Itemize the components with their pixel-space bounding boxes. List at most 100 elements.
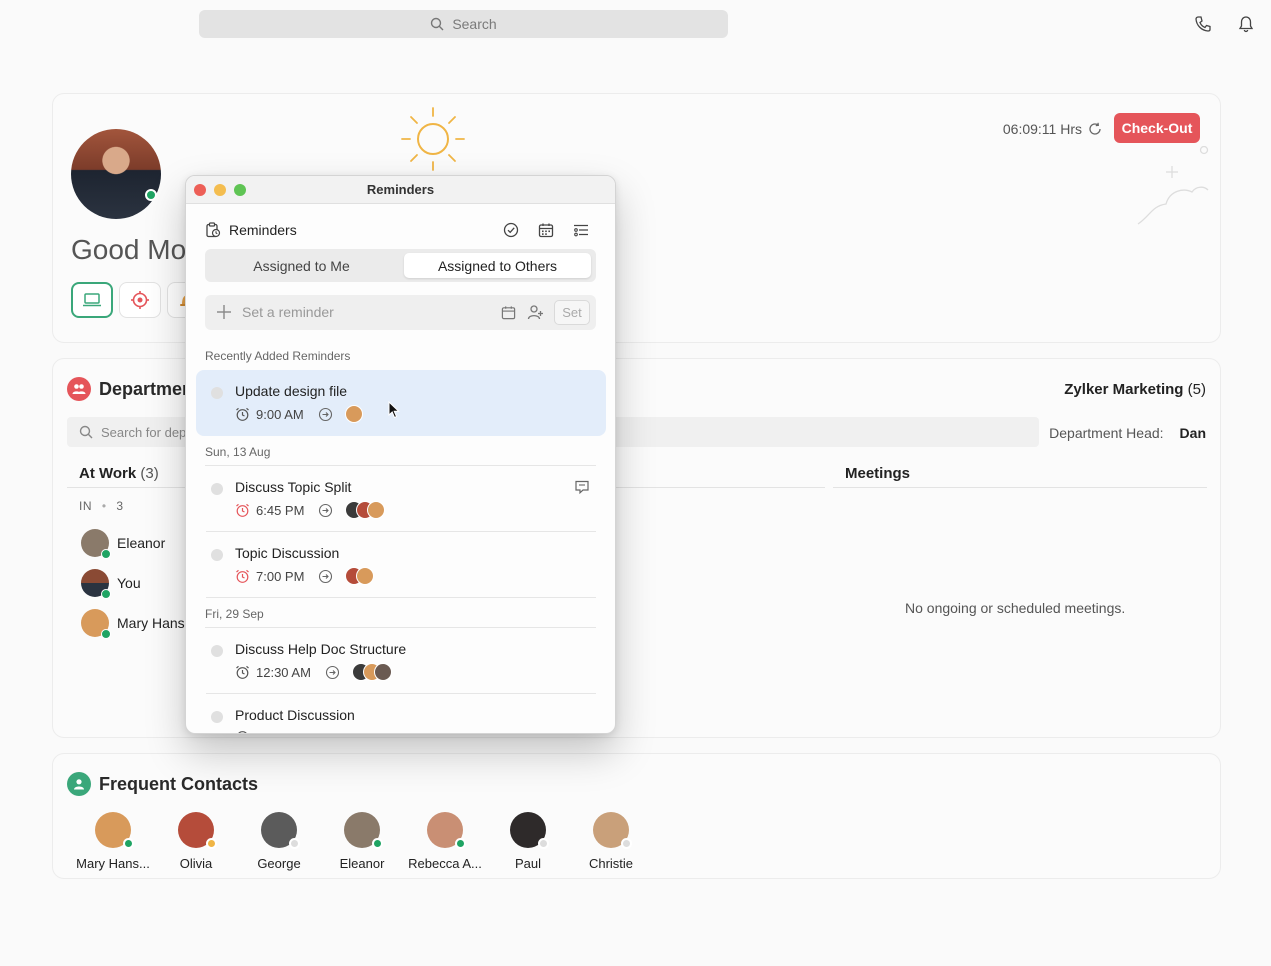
reminder-item[interactable]: Product Discussion [196, 694, 606, 733]
contact-name: Mary Hans... [76, 856, 150, 871]
assigned-arrow-icon [318, 407, 332, 421]
assignee-avatars [344, 405, 363, 423]
assigned-arrow-icon [319, 569, 333, 583]
reminder-item[interactable]: Topic Discussion 7:00 PM [196, 532, 606, 598]
frequent-contacts-title: Frequent Contacts [99, 774, 259, 794]
avatar [510, 812, 549, 849]
assigned-arrow-icon [319, 503, 333, 517]
comment-icon[interactable] [574, 479, 590, 495]
in-status-label: IN • 3 [79, 499, 124, 513]
target-icon [131, 291, 149, 309]
contact-item[interactable]: Mary Hans... [71, 812, 155, 871]
calendar-icon[interactable] [537, 221, 555, 239]
at-work-label: At Work [79, 465, 137, 482]
reminder-item[interactable]: Discuss Topic Split 6:45 PM [196, 466, 606, 532]
alarm-clock-icon [238, 731, 247, 733]
bell-icon[interactable] [1235, 13, 1257, 35]
member-name: Mary Hansl [117, 615, 188, 631]
reminder-title: Discuss Topic Split [235, 479, 352, 495]
refresh-icon[interactable] [1088, 122, 1102, 136]
reminders-window: Reminders Reminders Assigned to Me Assig… [185, 175, 616, 734]
reminder-title: Topic Discussion [235, 545, 340, 561]
alarm-clock-icon [236, 569, 249, 583]
people-icon [67, 377, 91, 401]
reminder-title: Discuss Help Doc Structure [235, 641, 407, 657]
timer-value: 06:09:11 Hrs [1002, 121, 1082, 137]
department-head: Department Head: Dan [1049, 425, 1206, 441]
reminder-checkbox[interactable] [211, 483, 223, 495]
search-placeholder: Search [452, 16, 497, 32]
reminder-checkbox[interactable] [211, 645, 223, 657]
filter-list-icon[interactable] [572, 221, 590, 239]
work-timer: 06:09:11 Hrs [1003, 121, 1102, 137]
tab-at-work[interactable]: At Work (3) [79, 465, 159, 482]
avatar [373, 663, 392, 681]
contact-item[interactable]: Eleanor [320, 812, 404, 871]
window-title: Reminders [366, 182, 435, 197]
reminder-title: Product Discussion [235, 707, 355, 723]
no-meetings-message: No ongoing or scheduled meetings. [905, 600, 1126, 616]
member-name: Eleanor [117, 535, 166, 551]
completed-check-icon[interactable] [502, 221, 520, 239]
department-head-name[interactable]: Dan [1180, 425, 1206, 441]
member-row[interactable]: Eleanor [81, 529, 166, 559]
reminder-item[interactable]: Discuss Help Doc Structure 12:30 AM [196, 628, 606, 694]
alarm-clock-icon [236, 407, 249, 421]
tab-assigned-to-others[interactable]: Assigned to Others [404, 253, 591, 278]
tab-meetings[interactable]: Meetings [845, 465, 910, 482]
global-search-bar[interactable]: Search [199, 10, 728, 38]
reminder-checkbox[interactable] [211, 711, 223, 723]
contact-item[interactable]: George [237, 812, 321, 871]
reminder-item[interactable]: Update design file 9:00 AM [196, 370, 606, 436]
plus-icon [217, 305, 231, 319]
in-label-text: IN [79, 499, 92, 513]
contact-item[interactable]: Olivia [154, 812, 238, 871]
reminder-meta: 12:30 AM [235, 663, 392, 681]
department-name[interactable]: Zylker Marketing (5) [1064, 381, 1206, 398]
reminder-checkbox[interactable] [211, 387, 223, 399]
assignee-avatars [345, 567, 375, 585]
sun-icon [401, 107, 465, 171]
assignment-segmented-control: Assigned to Me Assigned to Others [205, 249, 596, 282]
reminder-checkbox[interactable] [211, 549, 223, 561]
target-button[interactable] [119, 282, 161, 318]
check-out-button[interactable]: Check-Out [1114, 113, 1200, 143]
reminder-time: 12:30 AM [256, 664, 311, 680]
reminder-clipboard-icon [206, 222, 221, 238]
reminder-time: 9:00 AM [256, 406, 304, 422]
contact-item[interactable]: Christie [569, 812, 653, 871]
contact-item[interactable]: Rebecca A... [403, 812, 487, 871]
reminder-meta: 7:00 PM [235, 567, 375, 585]
avatar [356, 567, 375, 585]
alarm-clock-icon [236, 503, 249, 517]
member-row[interactable]: You [81, 569, 141, 599]
member-name: You [117, 575, 141, 591]
in-count: 3 [116, 499, 124, 513]
member-row[interactable]: Mary Hansl [81, 609, 188, 639]
profile-avatar[interactable] [71, 129, 161, 219]
contact-name: Eleanor [339, 856, 385, 871]
laptop-button[interactable] [71, 282, 113, 318]
contact-item[interactable]: Paul [486, 812, 570, 871]
avatar [178, 812, 217, 849]
frequent-contacts-card: Frequent Contacts Mary Hans... Olivia Ge… [52, 753, 1221, 879]
assignee-avatars [351, 663, 392, 681]
calendar-icon[interactable] [501, 305, 516, 320]
add-user-icon[interactable] [527, 304, 544, 321]
window-titlebar[interactable]: Reminders [186, 176, 615, 204]
reminders-header-label: Reminders [229, 222, 297, 238]
phone-icon[interactable] [1192, 13, 1214, 35]
tab-assigned-to-me[interactable]: Assigned to Me [209, 253, 394, 278]
divider [833, 487, 1207, 488]
set-reminder-input[interactable]: Set a reminder Set [205, 295, 596, 330]
reminder-time: 7:00 PM [256, 568, 305, 584]
mouse-cursor-icon [388, 401, 400, 419]
contact-name: George [257, 856, 301, 871]
reminder-title: Update design file [235, 383, 348, 399]
set-reminder-button[interactable]: Set [554, 300, 590, 325]
avatar [81, 569, 111, 599]
assignee-avatars [345, 501, 386, 519]
avatar [593, 812, 632, 849]
contact-name: Paul [514, 856, 542, 871]
contact-name: Rebecca A... [408, 856, 482, 871]
